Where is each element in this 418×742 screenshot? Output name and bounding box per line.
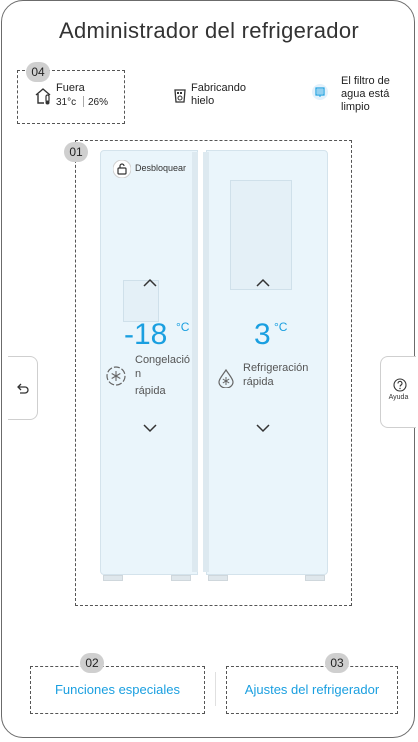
refrigerator-temp-up-button[interactable] xyxy=(255,275,271,291)
house-thermometer-icon xyxy=(35,88,51,105)
fridge-manager-screen: Administrador del refrigerador 04 Fuera … xyxy=(0,0,418,742)
refrigerator-temp-down-button[interactable] xyxy=(255,420,271,436)
refrigerator-unit: °C xyxy=(274,320,288,334)
badge-02: 02 xyxy=(80,653,104,673)
freezer-foot xyxy=(103,575,123,581)
freezer-quick-label-1: Congelació xyxy=(135,354,191,366)
water-filter-icon xyxy=(312,84,328,100)
refrigerator-handle xyxy=(203,152,209,572)
ice-maker-status-line2: hielo xyxy=(191,95,215,107)
unlock-button[interactable]: Desbloquear xyxy=(109,158,186,180)
freezer-temp-up-button[interactable] xyxy=(142,275,158,291)
badge-04: 04 xyxy=(26,62,50,82)
fridge-settings-button[interactable]: Ajustes del refrigerador xyxy=(226,682,398,697)
refrigerator-foot-left xyxy=(208,575,228,581)
back-button[interactable] xyxy=(8,356,38,420)
freezer-quick-label-2: n xyxy=(135,368,142,380)
refrigerator-quick-label-2: rápida xyxy=(243,376,274,388)
refrigerator-quick-label-1: Refrigeración xyxy=(243,362,309,374)
outside-humidity: 26% xyxy=(88,97,109,108)
freezer-foot-right xyxy=(171,575,191,581)
filter-status-line1: El filtro de xyxy=(341,75,390,87)
refrigerator-foot xyxy=(305,575,325,581)
badge-03: 03 xyxy=(325,653,349,673)
ice-maker-status-line1: Fabricando xyxy=(191,82,247,94)
page-title: Administrador del refrigerador xyxy=(58,18,360,43)
lock-open-icon xyxy=(113,160,131,178)
freezer-unit: °C xyxy=(176,320,190,334)
help-button[interactable]: Ayuda xyxy=(380,356,416,428)
freezer-temperature: -18 xyxy=(124,318,168,351)
freezer-quick-label-3: rápida xyxy=(135,385,166,397)
bottom-divider xyxy=(215,672,216,706)
ice-maker-icon xyxy=(174,89,186,103)
status-separator xyxy=(83,96,84,107)
back-arrow-icon xyxy=(17,383,29,394)
unlock-label: Desbloquear xyxy=(135,163,187,173)
freezer-handle xyxy=(192,152,198,572)
drop-snowflake-icon[interactable] xyxy=(216,368,236,388)
refrigerator-temperature: 3 xyxy=(254,318,271,351)
freezer-temp-down-button[interactable] xyxy=(142,420,158,436)
filter-status-line2: agua está xyxy=(341,88,390,100)
outside-temp: 31°c xyxy=(56,97,77,108)
help-label: Ayuda xyxy=(388,394,409,401)
outside-label: Fuera xyxy=(56,82,85,94)
filter-status-line3: limpio xyxy=(341,101,370,113)
snowflake-icon[interactable] xyxy=(106,366,126,386)
help-icon xyxy=(393,378,407,392)
refrigerator-panel xyxy=(230,180,292,290)
special-functions-button[interactable]: Funciones especiales xyxy=(30,682,205,697)
